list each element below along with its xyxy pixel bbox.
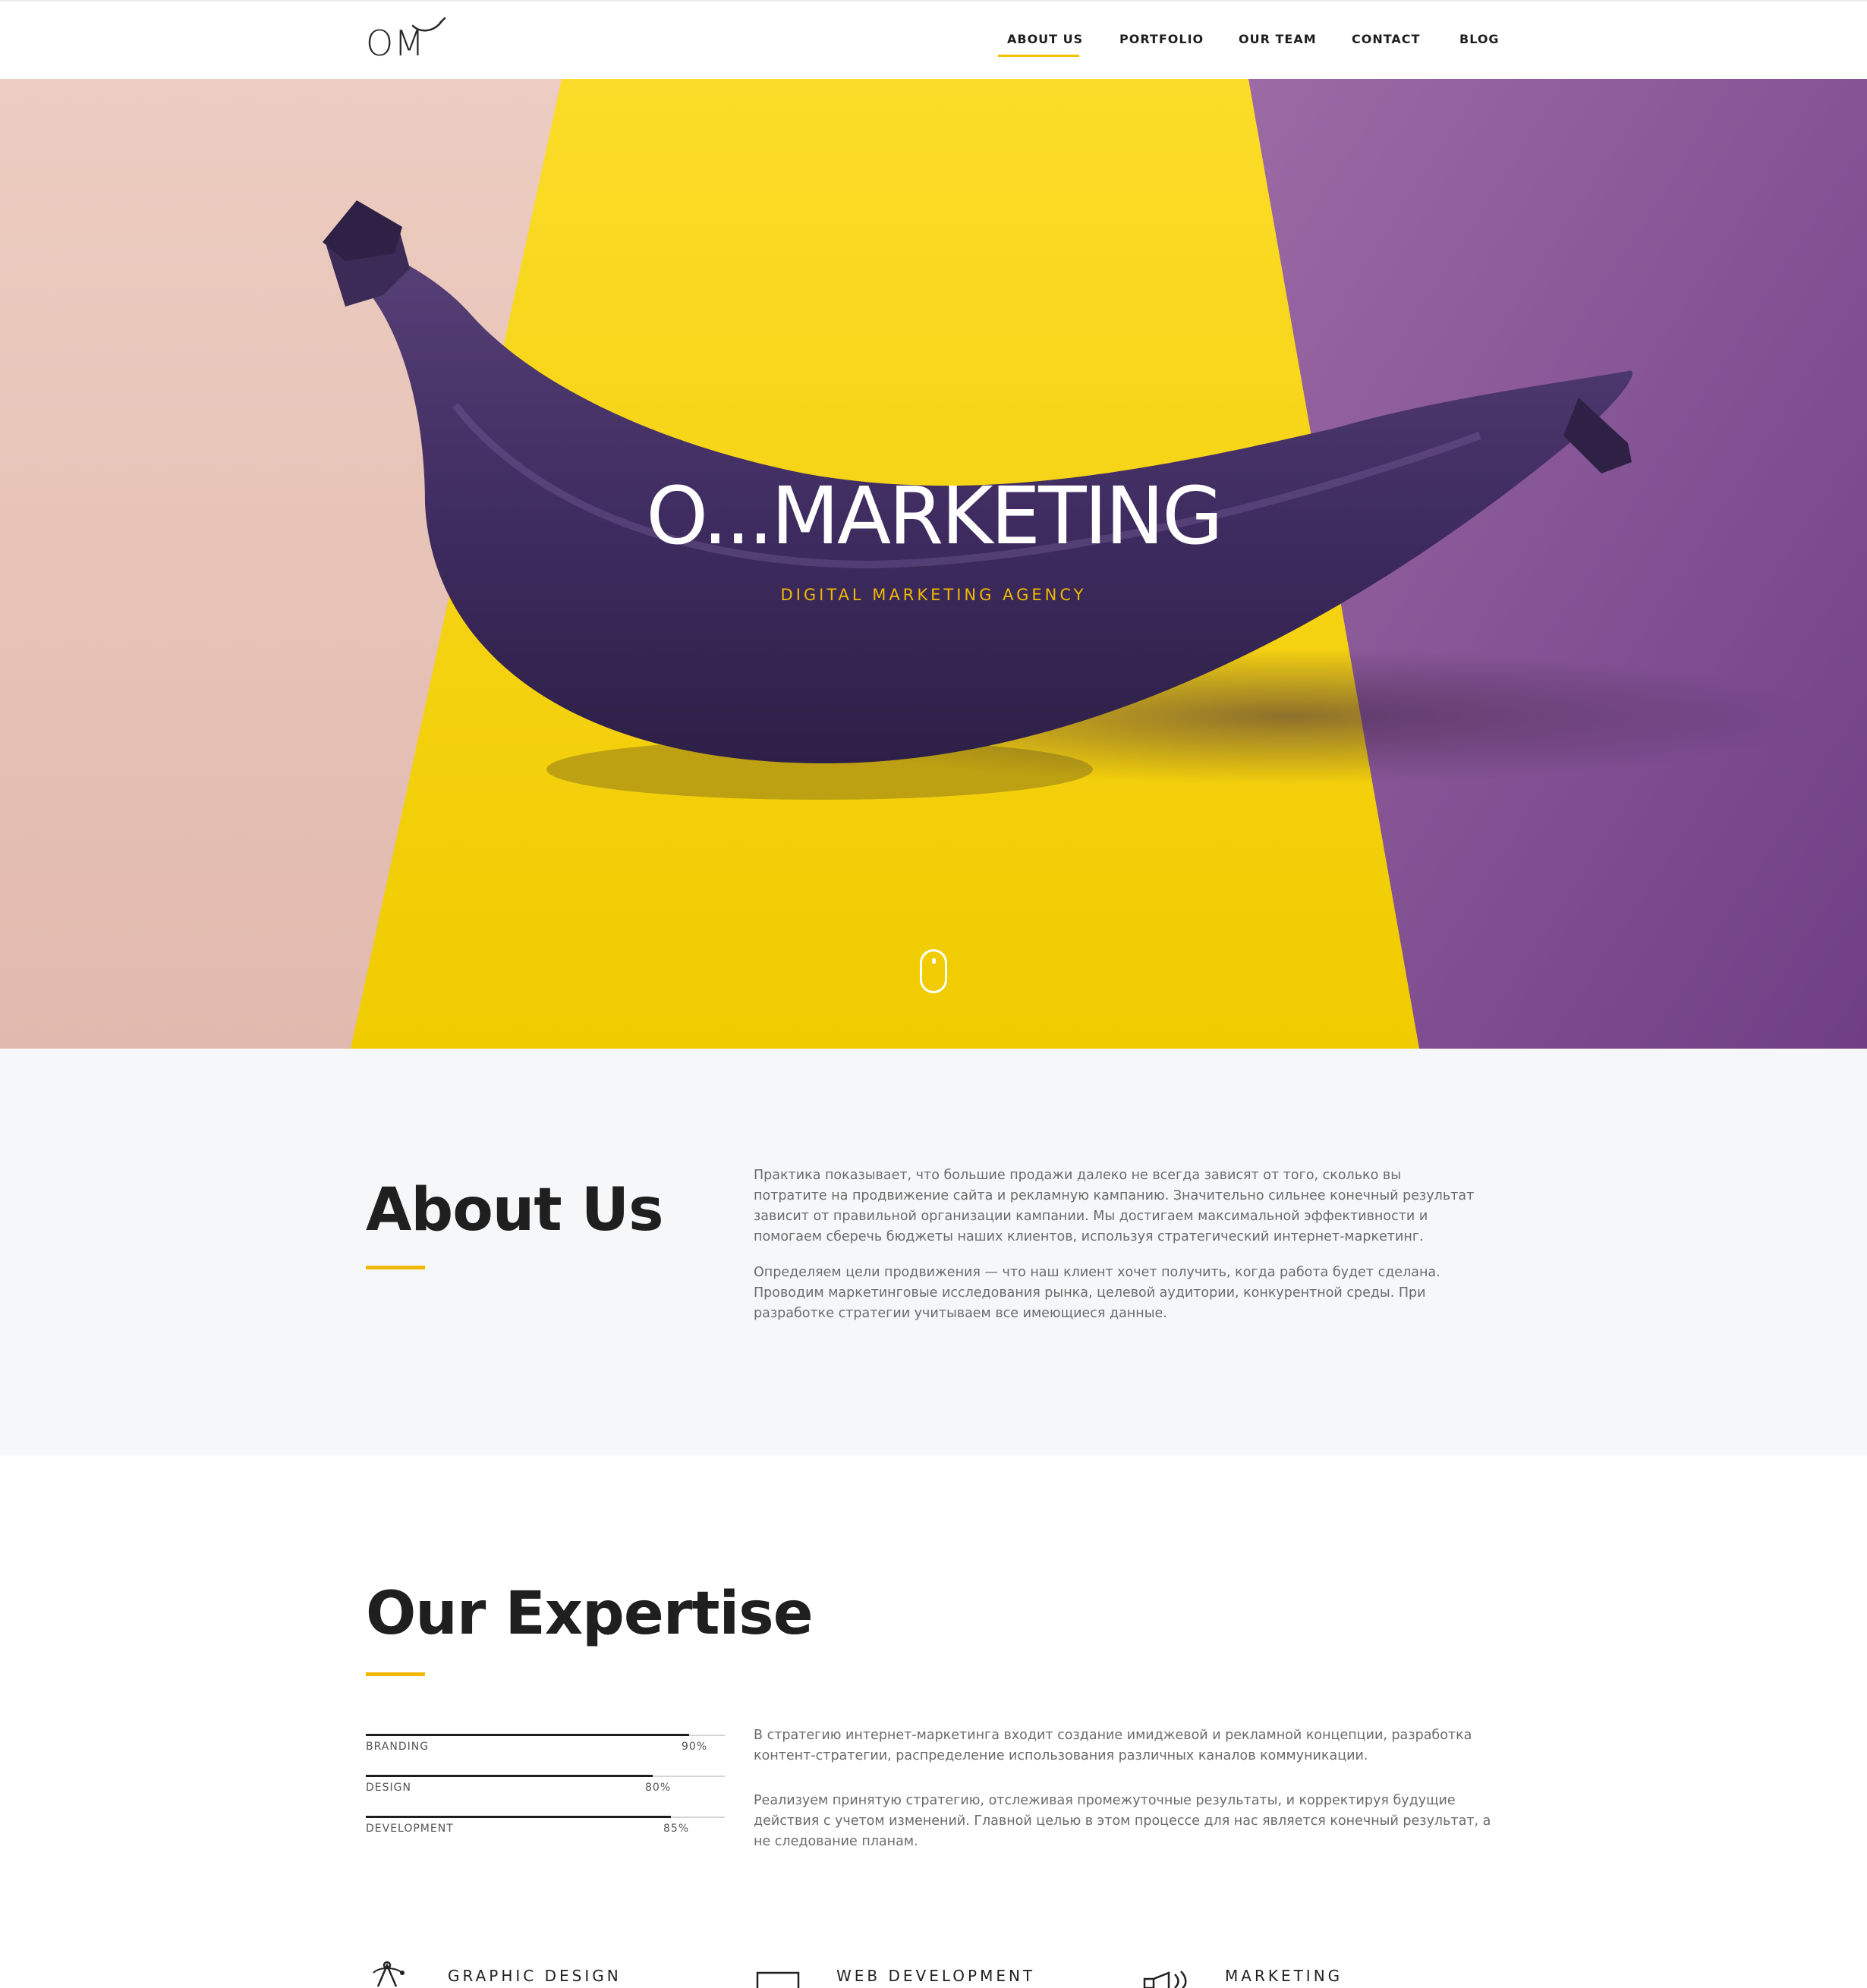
service-title: GRAPHIC DESIGN [448, 1967, 622, 1985]
hero-background-image [0, 79, 1867, 1049]
hero-section: O...MARKETING DIGITAL MARKETING AGENCY [0, 79, 1867, 1049]
service-title: MARKETING [1225, 1967, 1343, 1985]
hero-subtitle: DIGITAL MARKETING AGENCY [780, 586, 1087, 604]
nav-portfolio[interactable]: PORTFOLIO [1119, 32, 1204, 46]
banana-logo-icon [411, 17, 446, 32]
about-section: About Us Практика показывает, что больши… [0, 1049, 1867, 1455]
skill-fill [366, 1734, 689, 1736]
service-web-development[interactable]: WEB DEVELOPMENT [756, 1958, 1044, 1988]
nav-our-team[interactable]: OUR TEAM [1239, 32, 1317, 46]
skill-fill [366, 1775, 653, 1777]
about-accent-bar [366, 1266, 425, 1269]
expertise-accent-bar [366, 1672, 425, 1676]
nav-active-indicator [998, 55, 1079, 57]
hero-title: O...MARKETING [646, 470, 1223, 562]
service-graphic-design[interactable]: GRAPHIC DESIGN [372, 1958, 630, 1988]
skill-track [366, 1816, 725, 1818]
skill-label: DEVELOPMENT [366, 1823, 454, 1835]
skill-track [366, 1775, 725, 1777]
monitor-icon [756, 1971, 800, 1988]
about-paragraph-2: Определяем цели продвижения — что наш кл… [754, 1265, 1440, 1321]
nav-about-us[interactable]: ABOUT US [1007, 32, 1083, 46]
skill-percent: 90% [682, 1741, 708, 1753]
service-marketing[interactable]: MARKETING [1141, 1958, 1384, 1988]
pen-tool-icon [373, 1961, 405, 1987]
mouse-scroll-icon[interactable] [920, 949, 947, 993]
expertise-paragraph-2: Реализуем принятую стратегию, отслеживая… [754, 1793, 1491, 1849]
expertise-paragraph-1: В стратегию интернет-маркетинга входит с… [754, 1728, 1472, 1763]
expertise-title: Our Expertise [366, 1580, 814, 1648]
skill-label: BRANDING [366, 1741, 430, 1753]
skill-percent: 85% [663, 1823, 690, 1835]
nav-contact[interactable]: CONTACT [1352, 32, 1420, 46]
megaphone-icon [1143, 1971, 1187, 1988]
nav-blog[interactable]: BLOG [1459, 32, 1500, 46]
site-header: OM ABOUT US PORTFOLIO OUR TEAM CONTACT B… [0, 0, 1867, 79]
skill-track [366, 1734, 725, 1736]
about-title: About Us [366, 1176, 664, 1244]
scroll-wheel-dot [932, 958, 936, 964]
service-title: WEB DEVELOPMENT [836, 1967, 1036, 1985]
site-logo[interactable]: OM [366, 15, 449, 64]
skill-fill [366, 1816, 671, 1818]
about-paragraph-1: Практика показывает, что большие продажи… [754, 1168, 1475, 1244]
skill-label: DESIGN [366, 1782, 411, 1794]
skill-percent: 80% [645, 1782, 672, 1794]
